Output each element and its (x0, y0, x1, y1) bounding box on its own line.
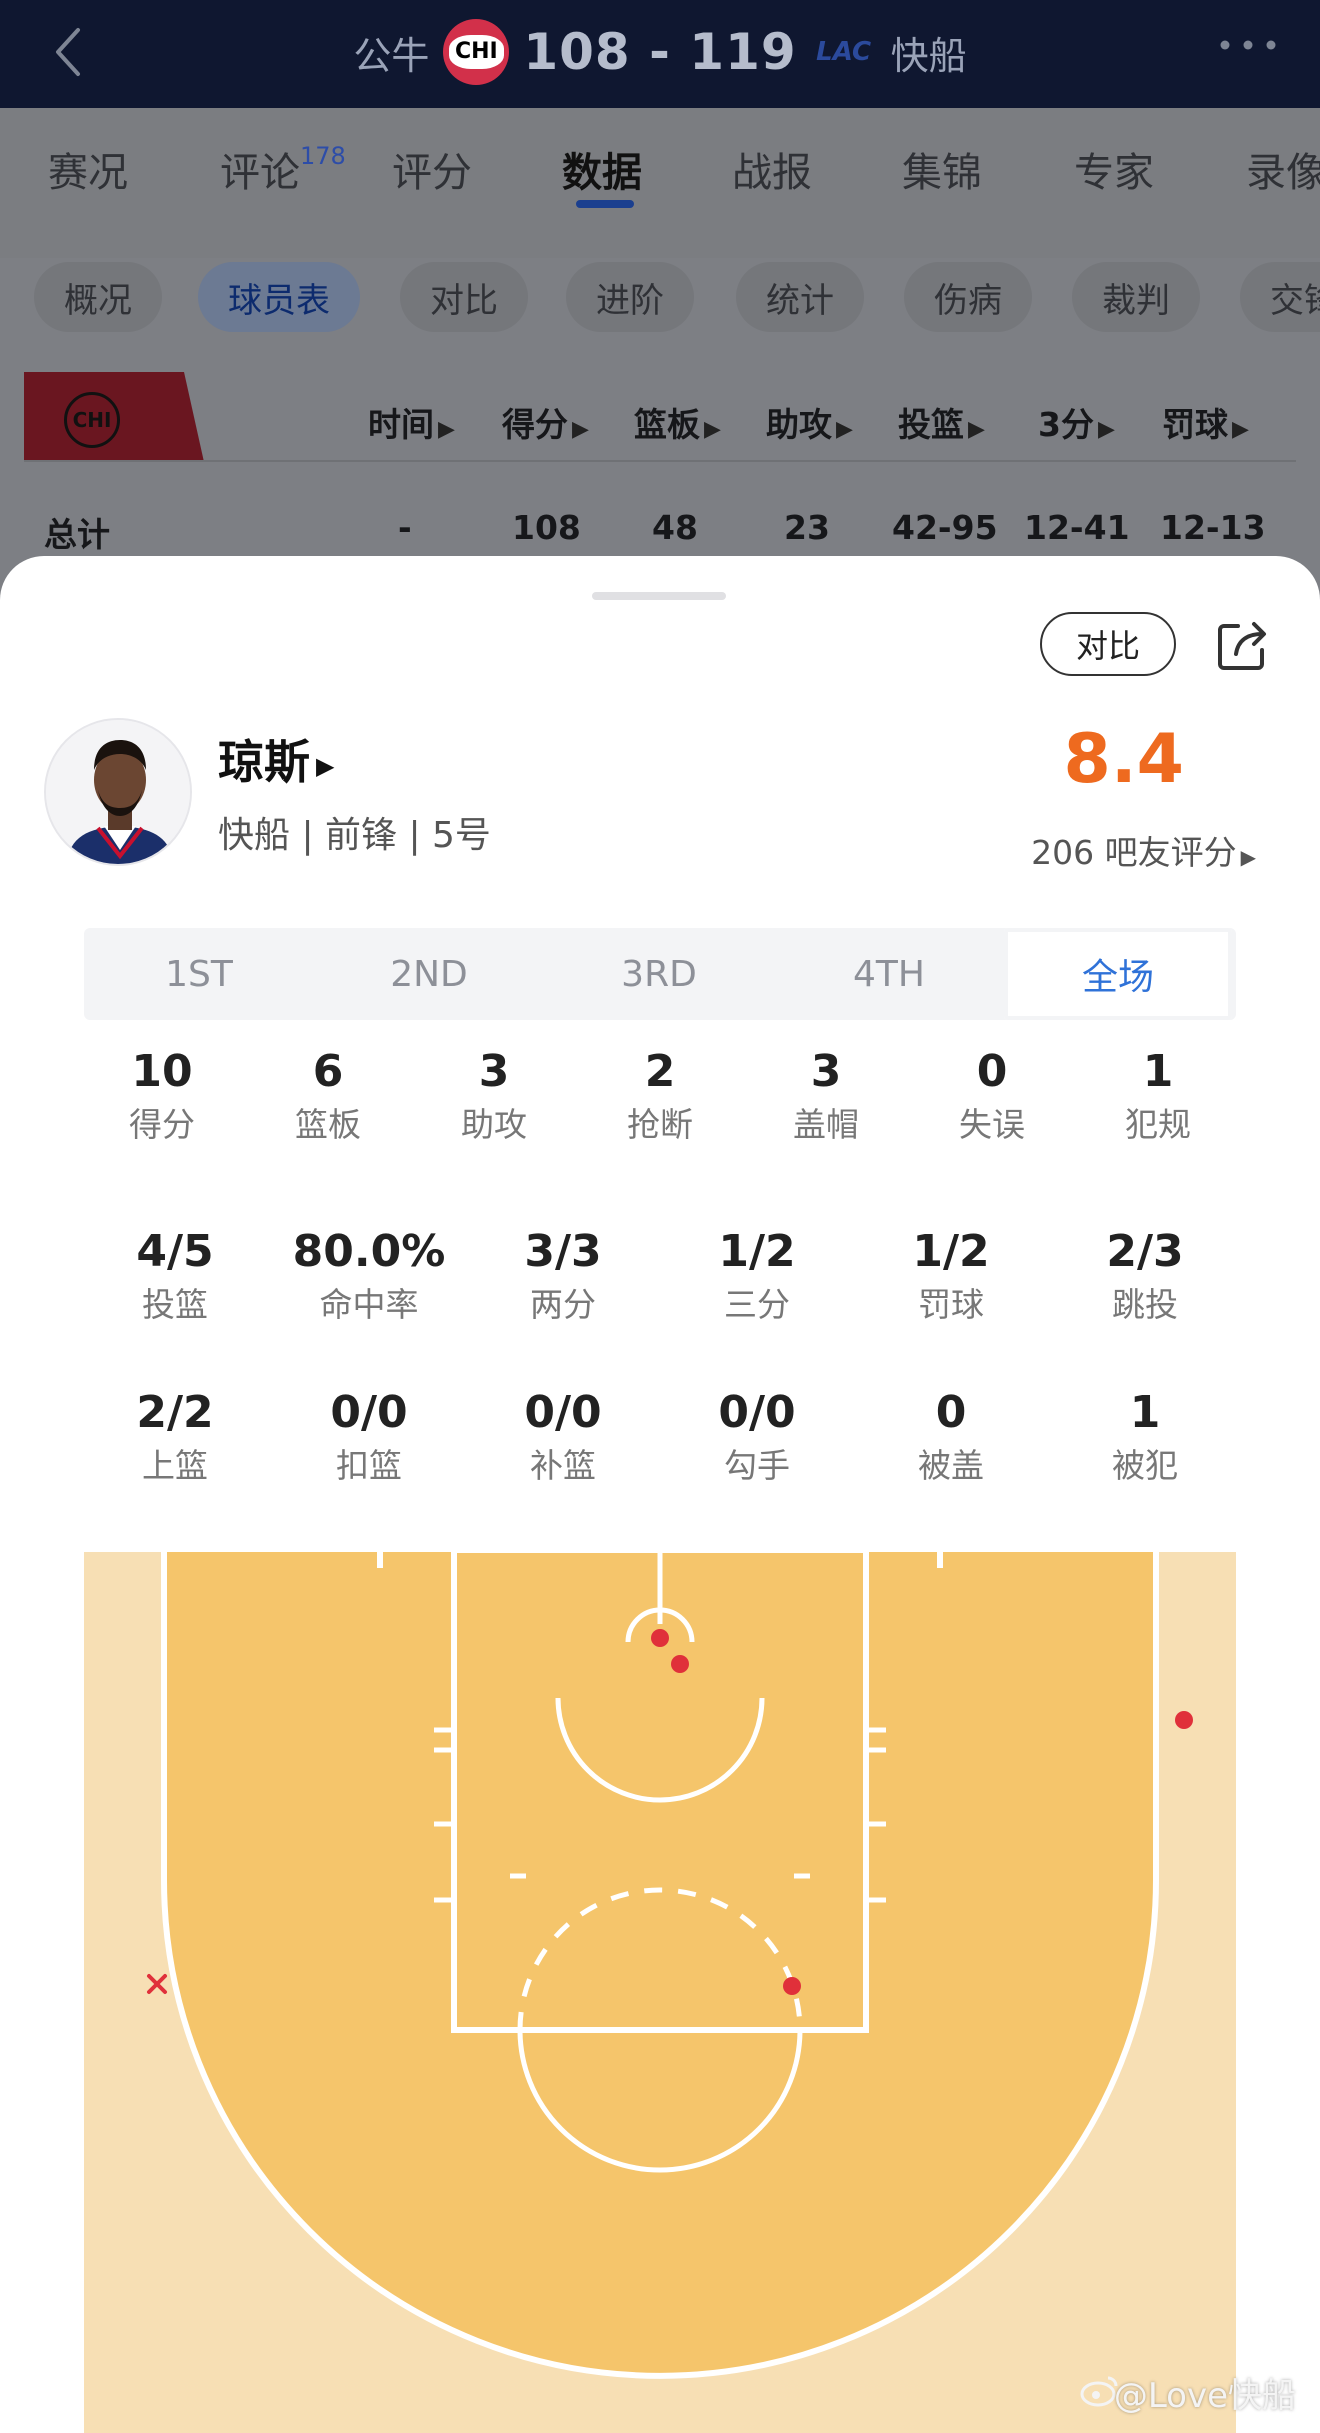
period-3rd[interactable]: 3RD (544, 928, 774, 1020)
stat-jumpshot: 2/3 跳投 (1106, 1226, 1184, 1324)
tab-replay[interactable]: 录像 (1246, 140, 1320, 198)
box-score-header: CHI 时间 ▶ 得分 ▶ 篮板 ▶ 助攻 ▶ 投篮 ▶ 3分 ▶ 罚球 ▶ (24, 372, 1296, 462)
total-rebounds: 48 (652, 508, 698, 547)
stat-ft: 1/2 罚球 (912, 1226, 990, 1324)
column-fg[interactable]: 投篮 ▶ (898, 398, 985, 446)
sheet-drag-handle[interactable] (592, 592, 726, 600)
total-fg: 42-95 (892, 508, 998, 547)
subtab-player-table[interactable]: 球员表 (198, 262, 360, 332)
home-team-name: 公牛 (353, 33, 430, 78)
player-avatar[interactable] (44, 718, 192, 866)
stat-layup: 2/2 上篮 (136, 1387, 214, 1485)
player-rating: 8.4 (1063, 720, 1184, 799)
total-3pt: 12-41 (1024, 508, 1130, 547)
stat-3pt: 1/2 三分 (718, 1226, 796, 1324)
column-rebounds[interactable]: 篮板 ▶ (634, 398, 721, 446)
subtab-advanced[interactable]: 进阶 (566, 262, 694, 332)
period-2nd[interactable]: 2ND (314, 928, 544, 1020)
team-logo: CHI (64, 392, 120, 448)
stat-hook: 0/0 勾手 (718, 1387, 796, 1485)
period-full-game[interactable]: 全场 (1004, 928, 1232, 1020)
total-label: 总计 (44, 515, 110, 554)
stat-rebounds: 6 篮板 (295, 1046, 361, 1144)
tab-live[interactable]: 赛况 (48, 140, 128, 198)
stat-2pt: 3/3 两分 (524, 1226, 602, 1324)
tab-report[interactable]: 战报 (732, 140, 812, 198)
stat-steals: 2 抢断 (627, 1046, 693, 1144)
stat-fg-pct: 80.0% 命中率 (292, 1226, 446, 1324)
stat-fouled: 1 被犯 (1112, 1387, 1178, 1485)
total-row: 总计 - 108 48 23 42-95 12-41 12-13 (24, 500, 1296, 560)
rating-count-link[interactable]: 206 吧友评分 ▶ (1031, 826, 1256, 874)
stat-blocked: 0 被盖 (918, 1387, 984, 1485)
total-ft: 12-13 (1160, 508, 1266, 547)
total-assists: 23 (784, 508, 830, 547)
player-detail-sheet: 对比 琼斯 ▶ 快船 | 前锋 | 5号 8.4 206 吧友评分 ▶ 1ST 2N… (0, 556, 1320, 2433)
period-1st[interactable]: 1ST (84, 928, 314, 1020)
subtab-overview[interactable]: 概况 (34, 262, 162, 332)
home-team-logo: CHI (443, 19, 510, 85)
subtab-statistics[interactable]: 统计 (736, 262, 864, 332)
shot-chart (84, 1550, 1236, 2433)
player-name[interactable]: 琼斯 ▶ (218, 726, 334, 792)
column-time[interactable]: 时间 ▶ (368, 398, 455, 446)
made-shot (671, 1655, 689, 1673)
stat-putback: 0/0 补篮 (524, 1387, 602, 1485)
total-points: 108 (512, 508, 581, 547)
top-bar: 公牛 CHI 108 - 119 LAC 快船 (0, 0, 1320, 108)
column-3pt[interactable]: 3分 ▶ (1038, 398, 1115, 446)
scoreline: 公牛 CHI 108 - 119 LAC 快船 (0, 12, 1320, 92)
subtab-head-to-head[interactable]: 交锋 (1240, 262, 1320, 332)
column-assists[interactable]: 助攻 ▶ (766, 398, 853, 446)
period-4th[interactable]: 4TH (774, 928, 1004, 1020)
compare-button[interactable]: 对比 (1040, 612, 1176, 676)
subtab-compare[interactable]: 对比 (400, 262, 528, 332)
subtab-injuries[interactable]: 伤病 (904, 262, 1032, 332)
active-tab-indicator (576, 200, 634, 208)
away-team-logo: LAC (816, 37, 872, 67)
tab-ratings[interactable]: 评分 (392, 140, 472, 198)
stat-blocks: 3 盖帽 (793, 1046, 859, 1144)
made-shot (783, 1977, 801, 1995)
share-icon[interactable] (1212, 616, 1272, 676)
tab-highlights[interactable]: 集锦 (902, 140, 982, 198)
total-time: - (398, 508, 412, 547)
made-shot (1175, 1711, 1193, 1729)
away-team-name: 快船 (890, 33, 967, 78)
stat-assists: 3 助攻 (461, 1046, 527, 1144)
column-ft[interactable]: 罚球 ▶ (1162, 398, 1249, 446)
made-shot (651, 1629, 669, 1647)
stat-turnovers: 0 失误 (959, 1046, 1025, 1144)
subtab-referees[interactable]: 裁判 (1072, 262, 1200, 332)
sub-tabs: 概况 球员表 对比 进阶 统计 伤病 裁判 交锋 (0, 262, 1320, 342)
stat-dunk: 0/0 扣篮 (330, 1387, 408, 1485)
stat-points: 10 得分 (129, 1046, 195, 1144)
stat-fouls: 1 犯规 (1125, 1046, 1191, 1144)
comment-count-badge: 178 (300, 141, 346, 170)
header-divider (24, 460, 1296, 462)
column-points[interactable]: 得分 ▶ (502, 398, 589, 446)
tab-experts[interactable]: 专家 (1074, 140, 1154, 198)
period-selector: 1ST 2ND 3RD 4TH 全场 (84, 928, 1236, 1020)
more-dots-icon[interactable] (1218, 38, 1278, 52)
player-meta: 快船 | 前锋 | 5号 (218, 815, 491, 856)
watermark: @Love快船 (1113, 2376, 1296, 2416)
game-score: 108 - 119 (523, 23, 797, 81)
stat-fg: 4/5 投篮 (136, 1226, 214, 1324)
tab-comments[interactable]: 评论178 (220, 140, 346, 198)
tab-stats[interactable]: 数据 (562, 140, 642, 198)
